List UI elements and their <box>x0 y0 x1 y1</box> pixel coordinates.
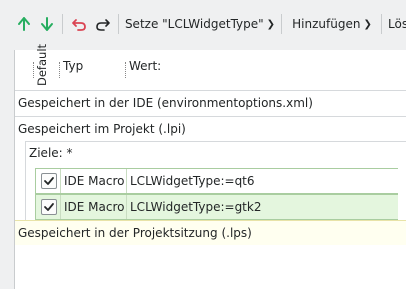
header-separator <box>125 62 126 78</box>
default-checkbox[interactable] <box>41 199 57 215</box>
section-session-label: Gespeichert in der Projektsitzung (.lps) <box>18 226 252 240</box>
section-project-label: Gespeichert im Projekt (.lpi) <box>18 122 186 136</box>
type-cell[interactable]: IDE Macro <box>61 195 127 219</box>
redo-icon <box>96 19 110 31</box>
toolbar-separator <box>118 14 119 34</box>
checkmark-icon <box>44 177 54 185</box>
chevron-down-icon: ❯ <box>266 18 276 30</box>
move-up-button[interactable] <box>14 11 34 37</box>
header-value[interactable]: Wert: <box>129 59 161 73</box>
section-ide-label: Gespeichert in der IDE (environmentoptio… <box>18 96 313 110</box>
toolbar-separator <box>381 14 382 34</box>
default-checkbox[interactable] <box>41 173 57 189</box>
header-type[interactable]: Typ <box>63 59 83 73</box>
column-header: Default Typ Wert: <box>15 44 406 88</box>
value-cell[interactable]: LCLWidgetType:=qt6 <box>127 169 398 193</box>
arrow-up-icon <box>18 17 30 31</box>
move-down-button[interactable] <box>37 11 57 37</box>
goals-label[interactable]: Ziele: * <box>29 146 73 160</box>
header-default[interactable]: Default <box>34 44 50 88</box>
checkmark-icon <box>44 203 54 211</box>
type-cell[interactable]: IDE Macro <box>61 169 127 193</box>
header-default-label: Default <box>35 43 49 86</box>
header-separator <box>59 62 60 78</box>
table-row[interactable]: IDE Macro LCLWidgetType:=qt6 <box>35 168 398 194</box>
toolbar: Setze "LCLWidgetType" ❯ Hinzufügen ❯ Lös <box>0 0 406 50</box>
value-cell[interactable]: LCLWidgetType:=gtk2 <box>127 195 398 219</box>
default-cell[interactable] <box>36 169 61 193</box>
default-cell[interactable] <box>36 195 61 219</box>
delete-label: Lös <box>388 17 406 31</box>
section-project[interactable]: Gespeichert im Projekt (.lpi) <box>15 116 406 141</box>
undo-button[interactable] <box>68 11 90 37</box>
toolbar-separator <box>62 14 63 34</box>
delete-button[interactable]: Lös <box>388 11 406 37</box>
section-ide[interactable]: Gespeichert in der IDE (environmentoptio… <box>15 90 406 115</box>
table-row[interactable]: IDE Macro LCLWidgetType:=gtk2 <box>35 194 398 220</box>
section-session[interactable]: Gespeichert in der Projektsitzung (.lps) <box>15 220 406 245</box>
arrow-down-icon <box>41 17 53 31</box>
undo-icon <box>72 19 86 31</box>
toolbar-separator <box>281 14 282 34</box>
redo-button[interactable] <box>92 11 114 37</box>
add-dropdown[interactable]: Hinzufügen ❯ <box>288 11 376 37</box>
build-macros-panel: Default Typ Wert: Gespeichert in der IDE… <box>14 44 406 289</box>
set-type-label: Setze "LCLWidgetType" <box>124 17 264 31</box>
set-type-dropdown[interactable]: Setze "LCLWidgetType" ❯ <box>124 11 276 37</box>
chevron-down-icon: ❯ <box>363 18 372 30</box>
add-label: Hinzufügen <box>292 17 361 31</box>
